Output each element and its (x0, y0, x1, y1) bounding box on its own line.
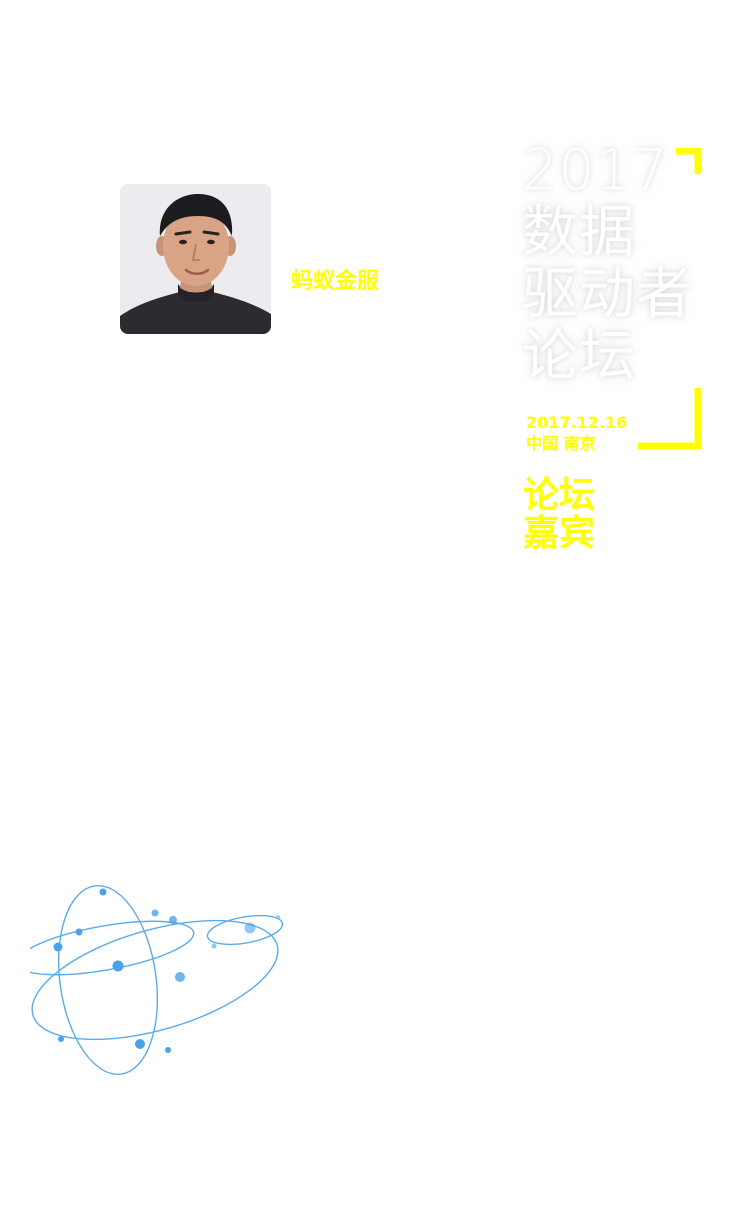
corner-bracket-top-right-icon (676, 148, 702, 174)
speaker-portrait-image (120, 184, 271, 334)
forum-title: 2017 数据 驱动者 论坛 (522, 140, 722, 388)
forum-date: 2017.12.16 (526, 413, 628, 432)
section-title-line-1: 论坛 (523, 475, 596, 516)
forum-title-line-3: 驱动者 (522, 262, 693, 327)
forum-title-line-2: 数据 (522, 200, 636, 265)
forum-location: 中国 南京 (526, 434, 596, 453)
speaker-company: 蚂蚁金服 (291, 269, 380, 294)
corner-bracket-bottom-right-icon (638, 388, 702, 450)
speaker-photo (120, 184, 271, 334)
forum-title-line-4: 论坛 (522, 324, 636, 389)
section-title-line-2: 嘉宾 (523, 513, 596, 554)
orbit-icon (30, 884, 284, 1076)
